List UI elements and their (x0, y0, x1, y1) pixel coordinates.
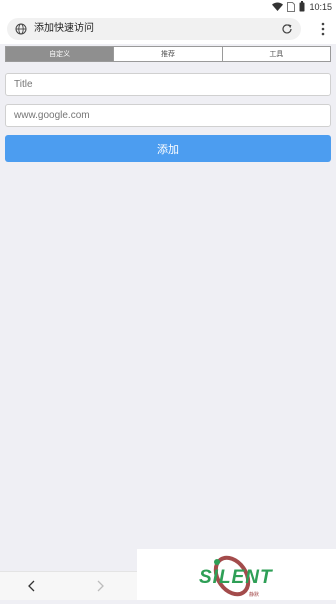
forward-arrow-icon[interactable] (94, 579, 106, 593)
status-bar: 10:15 (0, 0, 336, 13)
page-title: 添加快速访问 (34, 23, 94, 34)
back-arrow-icon[interactable] (26, 579, 38, 593)
tab-tools[interactable]: 工具 (221, 47, 330, 61)
tab-custom[interactable]: 自定义 (6, 47, 114, 61)
address-bar[interactable]: 添加快速访问 (7, 18, 301, 40)
status-time: 10:15 (309, 1, 332, 12)
no-sim-icon (287, 1, 296, 12)
tab-recommended[interactable]: 推荐 (113, 47, 221, 61)
more-vert-icon[interactable] (320, 21, 326, 37)
watermark-brand: SILENT (199, 567, 273, 588)
title-input[interactable] (5, 73, 331, 96)
status-icons: 10:15 (272, 1, 332, 12)
watermark-sub: 静默 (249, 591, 259, 598)
silent-logo-icon: SILENT 静默 (199, 555, 273, 598)
browser-toolbar: 添加快速访问 (0, 13, 336, 44)
globe-icon (15, 23, 27, 35)
wifi-icon (272, 2, 284, 11)
watermark-logo: SILENT 静默 (137, 549, 336, 600)
url-input[interactable] (5, 104, 331, 127)
reload-icon[interactable] (281, 23, 293, 35)
add-button[interactable]: 添加 (5, 135, 331, 162)
segmented-tabs: 自定义 推荐 工具 (5, 46, 331, 62)
battery-icon (299, 1, 305, 12)
